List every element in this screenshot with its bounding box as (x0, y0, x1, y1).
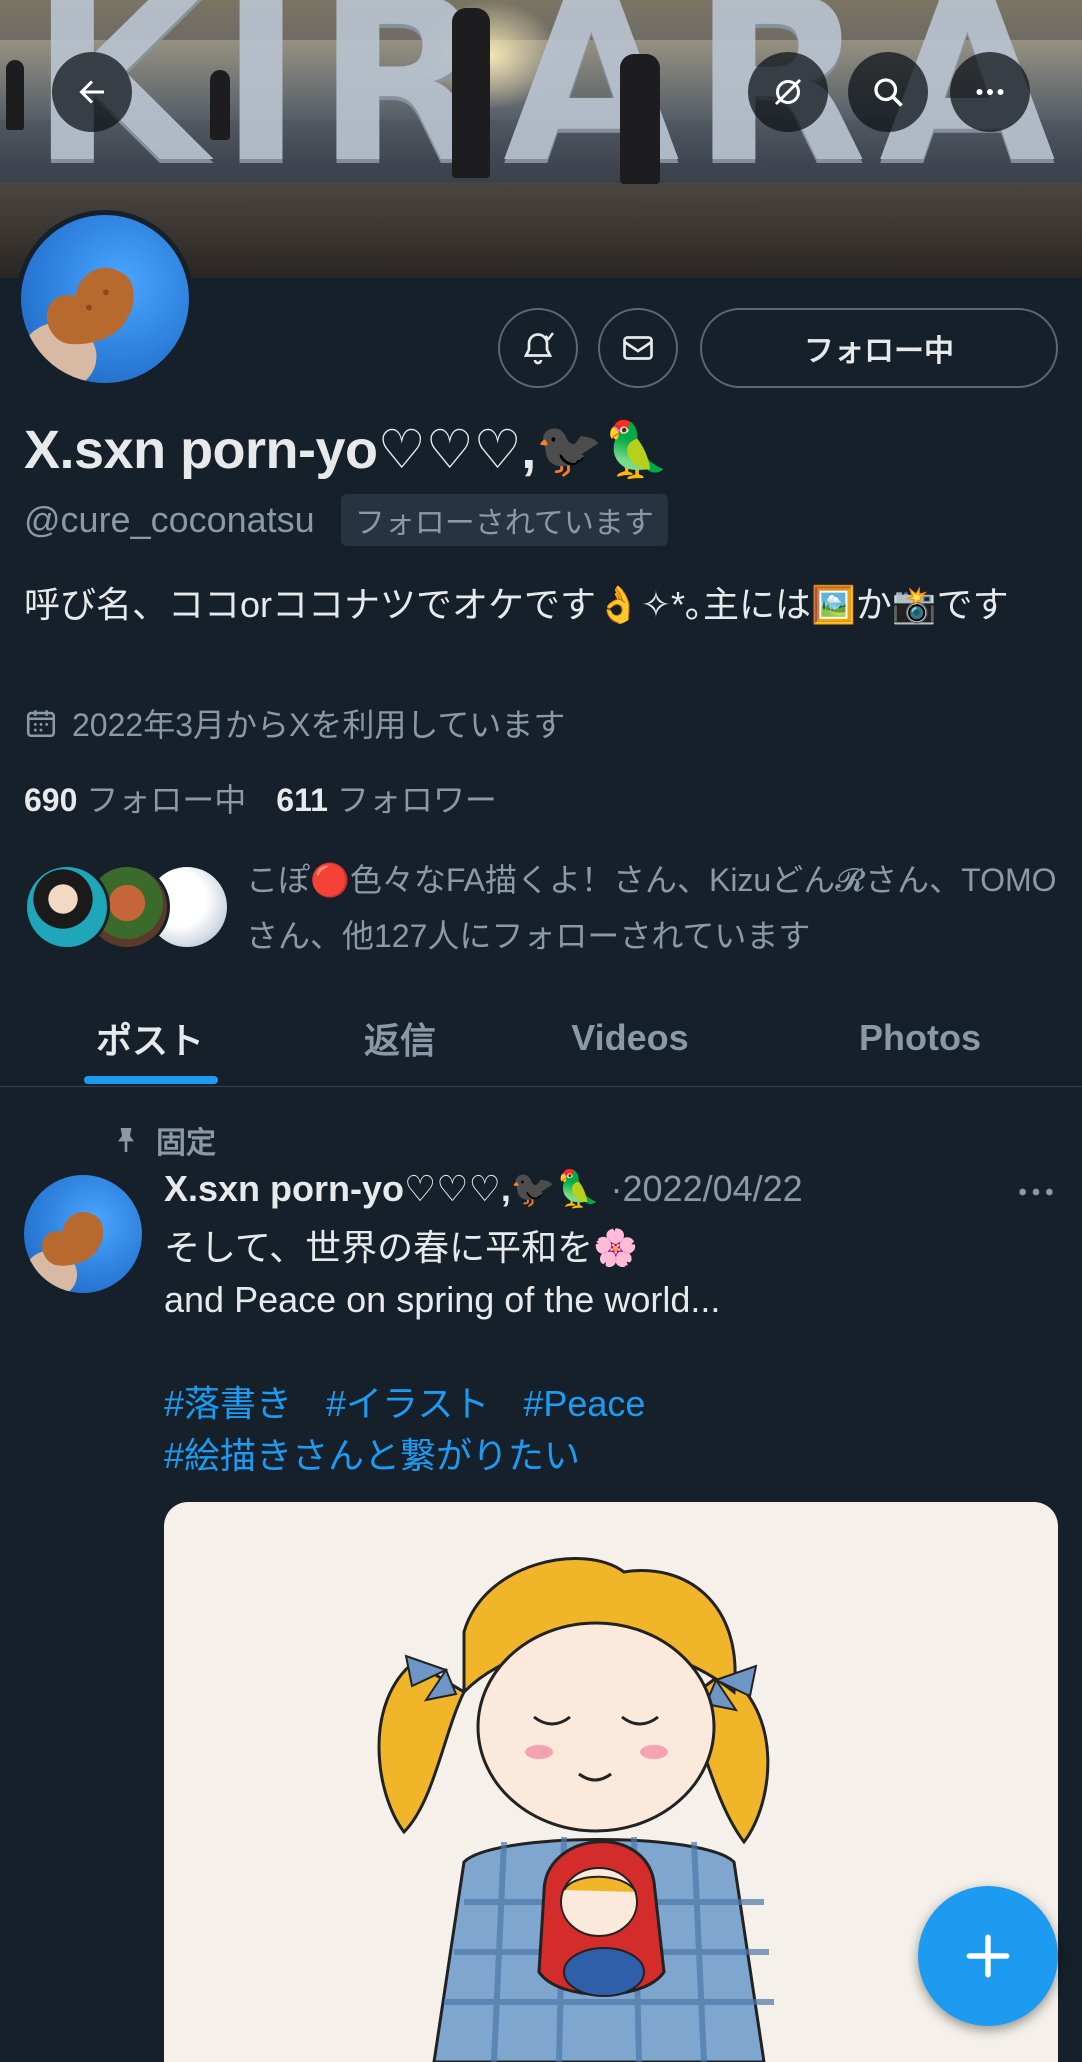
following-count: 690 (24, 782, 78, 818)
following-label: フォロー中 (86, 782, 247, 818)
tab-photos[interactable]: Photos (810, 990, 1030, 1086)
follows-you-badge: フォローされています (340, 494, 668, 546)
cookie-hand-image (21, 267, 134, 383)
mutual-avatar (24, 864, 110, 950)
pinned-label: 固定 (110, 1118, 216, 1162)
post-line: and Peace on spring of the world... (164, 1279, 721, 1320)
pin-icon (118, 1128, 134, 1152)
joined-date: 2022年3月からXを利用しています (24, 700, 565, 746)
profile-name: X.sxn porn-yo♡♡♡,🐦‍⬛🦜 (24, 420, 670, 480)
banner-person (452, 8, 490, 178)
message-button[interactable] (598, 308, 678, 388)
compose-button[interactable] (918, 1886, 1058, 2026)
post-hashtags: #落書き #イラスト #Peace #絵描きさんと繋がりたい (164, 1378, 1064, 1482)
banner-person (210, 70, 230, 140)
hashtag-link[interactable]: #イラスト (326, 1383, 489, 1424)
profile-tabs: ポスト 返信 Videos Photos (0, 990, 1082, 1087)
mutual-avatars[interactable] (24, 864, 234, 954)
translate-button[interactable] (748, 52, 828, 132)
calendar-icon (26, 710, 56, 738)
mutual-followers-text[interactable]: こぽ🔴色々なFA描くよ！さん、Kizuどん𝓡さん、TOMOさん、他127人にフォ… (246, 852, 1066, 964)
hashtag-link[interactable]: #絵描きさんと繋がりたい (164, 1435, 580, 1476)
search-button[interactable] (848, 52, 928, 132)
back-button[interactable] (52, 52, 132, 132)
hashtag-link[interactable]: #落書き (164, 1383, 292, 1424)
active-tab-indicator (84, 1076, 218, 1084)
profile-handle: @cure_coconatsu (24, 499, 315, 540)
post-line: そして、世界の春に平和を🌸 (164, 1227, 638, 1268)
arrow-left-icon (79, 80, 104, 104)
follow-stats: 690 フォロー中 611 フォロワー (24, 775, 497, 821)
tab-replies[interactable]: 返信 (290, 990, 510, 1086)
followers-count: 611 (276, 782, 328, 818)
cookie-hand-image (24, 1212, 104, 1293)
following-button[interactable]: フォロー中 (700, 308, 1058, 388)
followers-label: フォロワー (336, 782, 497, 818)
post-date[interactable]: ·2022/04/22 (611, 1168, 803, 1209)
post-more-button[interactable] (1016, 1176, 1056, 1208)
bell-plus-icon (523, 332, 554, 365)
plus-icon (966, 1934, 1010, 1978)
envelope-icon (623, 336, 653, 360)
post-body: そして、世界の春に平和を🌸 and Peace on spring of the… (164, 1222, 1064, 1326)
hashtag-link[interactable]: #Peace (523, 1383, 645, 1424)
tab-videos[interactable]: Videos (520, 990, 740, 1086)
pinned-text: 固定 (156, 1127, 216, 1160)
more-horizontal-icon (1019, 1188, 1053, 1196)
banner-person (6, 60, 24, 130)
profile-avatar[interactable] (16, 210, 194, 388)
following-link[interactable]: 690 フォロー中 (24, 782, 246, 818)
post-author-name[interactable]: X.sxn porn-yo♡♡♡,🐦‍⬛🦜 (164, 1168, 601, 1209)
more-button[interactable] (950, 52, 1030, 132)
search-icon (874, 78, 903, 107)
post-header: X.sxn porn-yo♡♡♡,🐦‍⬛🦜 ·2022/04/22 (164, 1168, 803, 1210)
handle-row: @cure_coconatsu フォローされています (24, 494, 668, 546)
eye-slash-icon (774, 78, 802, 106)
banner-person (620, 54, 660, 184)
joined-text: 2022年3月からXを利用しています (72, 707, 566, 743)
notify-button[interactable] (498, 308, 578, 388)
post-author-avatar[interactable] (24, 1175, 142, 1293)
more-horizontal-icon (976, 89, 1004, 95)
profile-bio: 呼び名、ココorココナツでオケです👌✧*｡主には🖼️か📸です (24, 584, 1009, 625)
followers-link[interactable]: 611 フォロワー (276, 782, 497, 818)
tab-posts[interactable]: ポスト (40, 990, 260, 1086)
